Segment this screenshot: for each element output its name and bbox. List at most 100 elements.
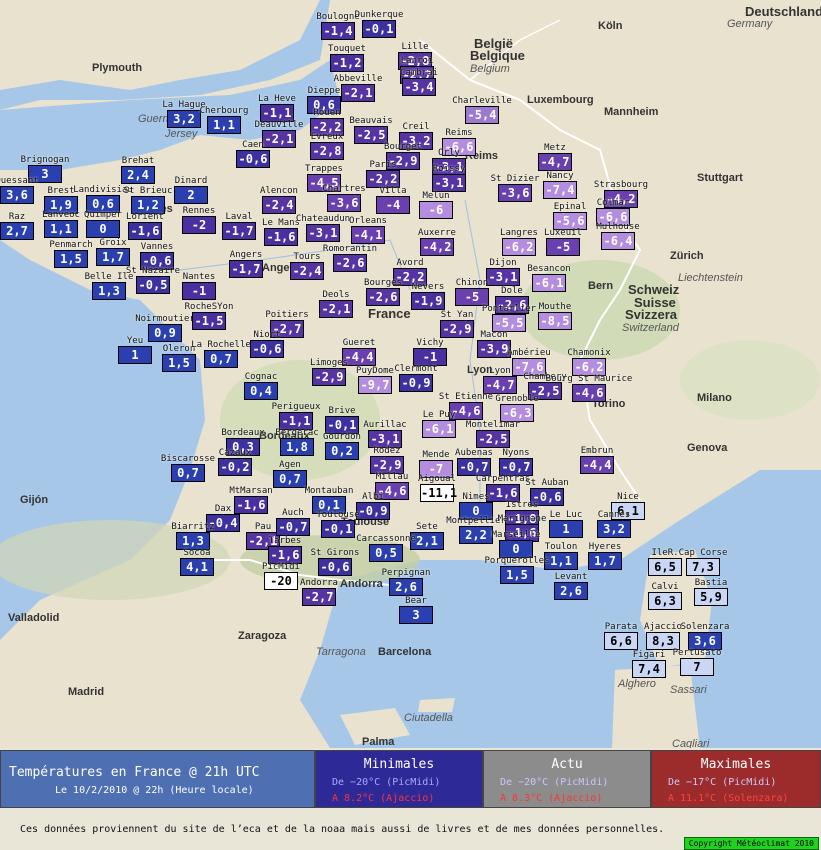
station-marker[interactable]: La Rochelle 0,7 <box>191 340 251 368</box>
station-marker[interactable]: St Girons -0,6 <box>311 548 359 576</box>
station-marker[interactable]: Bourg St Maurice -4,6 <box>546 374 632 402</box>
station-marker[interactable]: Alencon -2,4 <box>260 186 298 214</box>
station-marker[interactable]: Roissy -3,1 <box>432 164 466 192</box>
station-marker[interactable]: Macon -3,9 <box>477 330 511 358</box>
station-marker[interactable]: Abbeville -2,1 <box>334 74 382 102</box>
station-marker[interactable]: Cap Corse 7,3 <box>679 548 727 576</box>
station-marker[interactable]: Bergerac 1,8 <box>275 428 319 456</box>
station-marker[interactable]: Clermont -0,9 <box>394 364 438 392</box>
station-marker[interactable]: Groix 1,7 <box>96 238 130 266</box>
station-marker[interactable]: Albi -0,9 <box>356 492 390 520</box>
station-marker[interactable]: Aigoual -11,1 <box>418 474 457 502</box>
station-marker[interactable]: Parata 6,6 <box>604 622 638 650</box>
station-marker[interactable]: Cazaux -0,2 <box>218 448 252 476</box>
station-marker[interactable]: Yeu 1 <box>118 336 152 364</box>
station-name: Raz <box>8 212 26 222</box>
station-marker[interactable]: Bear 3 <box>399 596 433 624</box>
station-marker[interactable]: PuyDome -9,7 <box>356 366 394 394</box>
station-marker[interactable]: Brehat 2,4 <box>121 156 155 184</box>
station-marker[interactable]: Montelimar -2,5 <box>466 420 520 448</box>
station-marker[interactable]: Dunkerque -0,1 <box>355 10 403 38</box>
station-marker[interactable]: Romorantin -2,6 <box>323 244 377 272</box>
station-marker[interactable]: Auch -0,7 <box>276 508 310 536</box>
station-marker[interactable]: Penmarch 1,5 <box>49 240 93 268</box>
station-marker[interactable]: Dijon -3,1 <box>486 258 520 286</box>
station-marker[interactable]: Cognac 0,4 <box>244 372 278 400</box>
station-marker[interactable]: St Dizier -3,6 <box>491 174 539 202</box>
station-marker[interactable]: Orleans -4,1 <box>349 216 387 244</box>
station-marker[interactable]: RocheSYon -1,5 <box>185 302 233 330</box>
station-marker[interactable]: Besancon -6,1 <box>527 264 571 292</box>
station-marker[interactable]: Langres -6,2 <box>500 228 538 256</box>
station-marker[interactable]: St Yan -2,9 <box>440 310 474 338</box>
station-marker[interactable]: Deols -2,1 <box>319 290 353 318</box>
station-marker[interactable]: Tours -2,4 <box>290 252 324 280</box>
station-marker[interactable]: La Hague 3,2 <box>162 100 206 128</box>
station-name: Perigueux <box>271 402 321 412</box>
station-temperature: -3,4 <box>402 78 436 96</box>
station-marker[interactable]: Limoges -2,9 <box>310 358 348 386</box>
station-marker[interactable]: Evreux -2,8 <box>310 132 344 160</box>
station-marker[interactable]: Lorient -1,6 <box>126 212 164 240</box>
station-marker[interactable]: Metz -4,7 <box>538 143 572 171</box>
station-marker[interactable]: Le Mans -1,6 <box>262 218 300 246</box>
station-marker[interactable]: Melun -6 <box>419 191 453 219</box>
station-marker[interactable]: Figari 7,4 <box>632 650 666 678</box>
station-marker[interactable]: Porquerolles 1,5 <box>484 556 550 584</box>
station-marker[interactable]: Laval -1,7 <box>222 212 256 240</box>
station-marker[interactable]: Le Puy -6,1 <box>422 410 456 438</box>
station-marker[interactable]: Toulouse -0,1 <box>316 510 360 538</box>
station-marker[interactable]: Cambrai -3,4 <box>400 68 438 96</box>
station-marker[interactable]: Agen 0,7 <box>273 460 307 488</box>
station-marker[interactable]: Levant 2,6 <box>554 572 588 600</box>
station-marker[interactable]: Biscarosse 0,7 <box>161 454 215 482</box>
station-marker[interactable]: Noirmoutier 0,9 <box>135 314 195 342</box>
station-marker[interactable]: Carcassonne 0,5 <box>356 534 416 562</box>
station-marker[interactable]: Perpignan 2,6 <box>382 568 430 596</box>
station-marker[interactable]: Cherbourg 1,1 <box>200 106 248 134</box>
station-marker[interactable]: Mouthe -8,5 <box>538 302 572 330</box>
station-marker[interactable]: Rennes -2 <box>182 206 216 234</box>
station-marker[interactable]: Montpellier 2,2 <box>446 516 506 544</box>
station-marker[interactable]: MtMarsan -1,6 <box>229 486 273 514</box>
station-marker[interactable]: IleR. 6,5 <box>648 548 682 576</box>
station-marker[interactable]: Quimper 0 <box>84 210 122 238</box>
station-marker[interactable]: Luxeuil -5 <box>544 228 582 256</box>
station-marker[interactable]: Auxerre -4,2 <box>418 228 456 256</box>
station-marker[interactable]: Nancy -7,4 <box>543 171 577 199</box>
station-marker[interactable]: Cannes 3,2 <box>597 510 631 538</box>
station-marker[interactable]: Touquet -1,2 <box>328 44 366 72</box>
station-marker[interactable]: Nevers -1,9 <box>411 282 445 310</box>
station-marker[interactable]: Calvi 6,3 <box>648 582 682 610</box>
station-marker[interactable]: Lanveoc 1,1 <box>42 210 80 238</box>
station-marker[interactable]: Boulogne -1,4 <box>316 12 360 40</box>
station-marker[interactable]: Caen -0,6 <box>236 140 270 168</box>
station-marker[interactable]: Belle Ile 1,3 <box>85 272 133 300</box>
station-marker[interactable]: Socoa 4,1 <box>180 548 214 576</box>
station-marker[interactable]: Mulhouse -6,4 <box>596 222 640 250</box>
station-marker[interactable]: Beauvais -2,5 <box>349 116 393 144</box>
station-marker[interactable]: Bastia 5,9 <box>694 578 728 606</box>
station-marker[interactable]: Embrun -4,4 <box>580 446 614 474</box>
station-marker[interactable]: St Nazaire -0,5 <box>126 266 180 294</box>
station-marker[interactable]: Angers -1,7 <box>229 250 263 278</box>
station-marker[interactable]: Nantes -1 <box>182 272 216 300</box>
station-marker[interactable]: Oleron 1,5 <box>162 344 196 372</box>
station-marker[interactable]: Andorra -2,7 <box>300 578 338 606</box>
station-marker[interactable]: Raz 2,7 <box>0 212 34 240</box>
station-marker[interactable]: Hyeres 1,7 <box>588 542 622 570</box>
station-marker[interactable]: Ouessant3,6 <box>0 176 39 204</box>
station-marker[interactable]: Deauville -2,1 <box>255 120 303 148</box>
station-marker[interactable]: Bourges -2,6 <box>364 278 402 306</box>
station-marker[interactable]: Chartres -3,6 <box>322 184 366 212</box>
station-marker[interactable]: Le Luc 1 <box>549 510 583 538</box>
station-marker[interactable]: Niort -0,6 <box>250 330 284 358</box>
station-marker[interactable]: Dinard 2 <box>174 176 208 204</box>
station-marker[interactable]: Pertusato 7 <box>673 648 721 676</box>
station-name: Metz <box>544 143 566 153</box>
station-marker[interactable]: Gourdon 0,2 <box>323 432 361 460</box>
station-marker[interactable]: Villa -4 <box>376 186 410 214</box>
station-marker[interactable]: Charleville -5,4 <box>452 96 512 124</box>
station-marker[interactable]: Chateaudun -3,1 <box>296 214 350 242</box>
station-marker[interactable]: PicMidi -20 <box>262 562 300 590</box>
